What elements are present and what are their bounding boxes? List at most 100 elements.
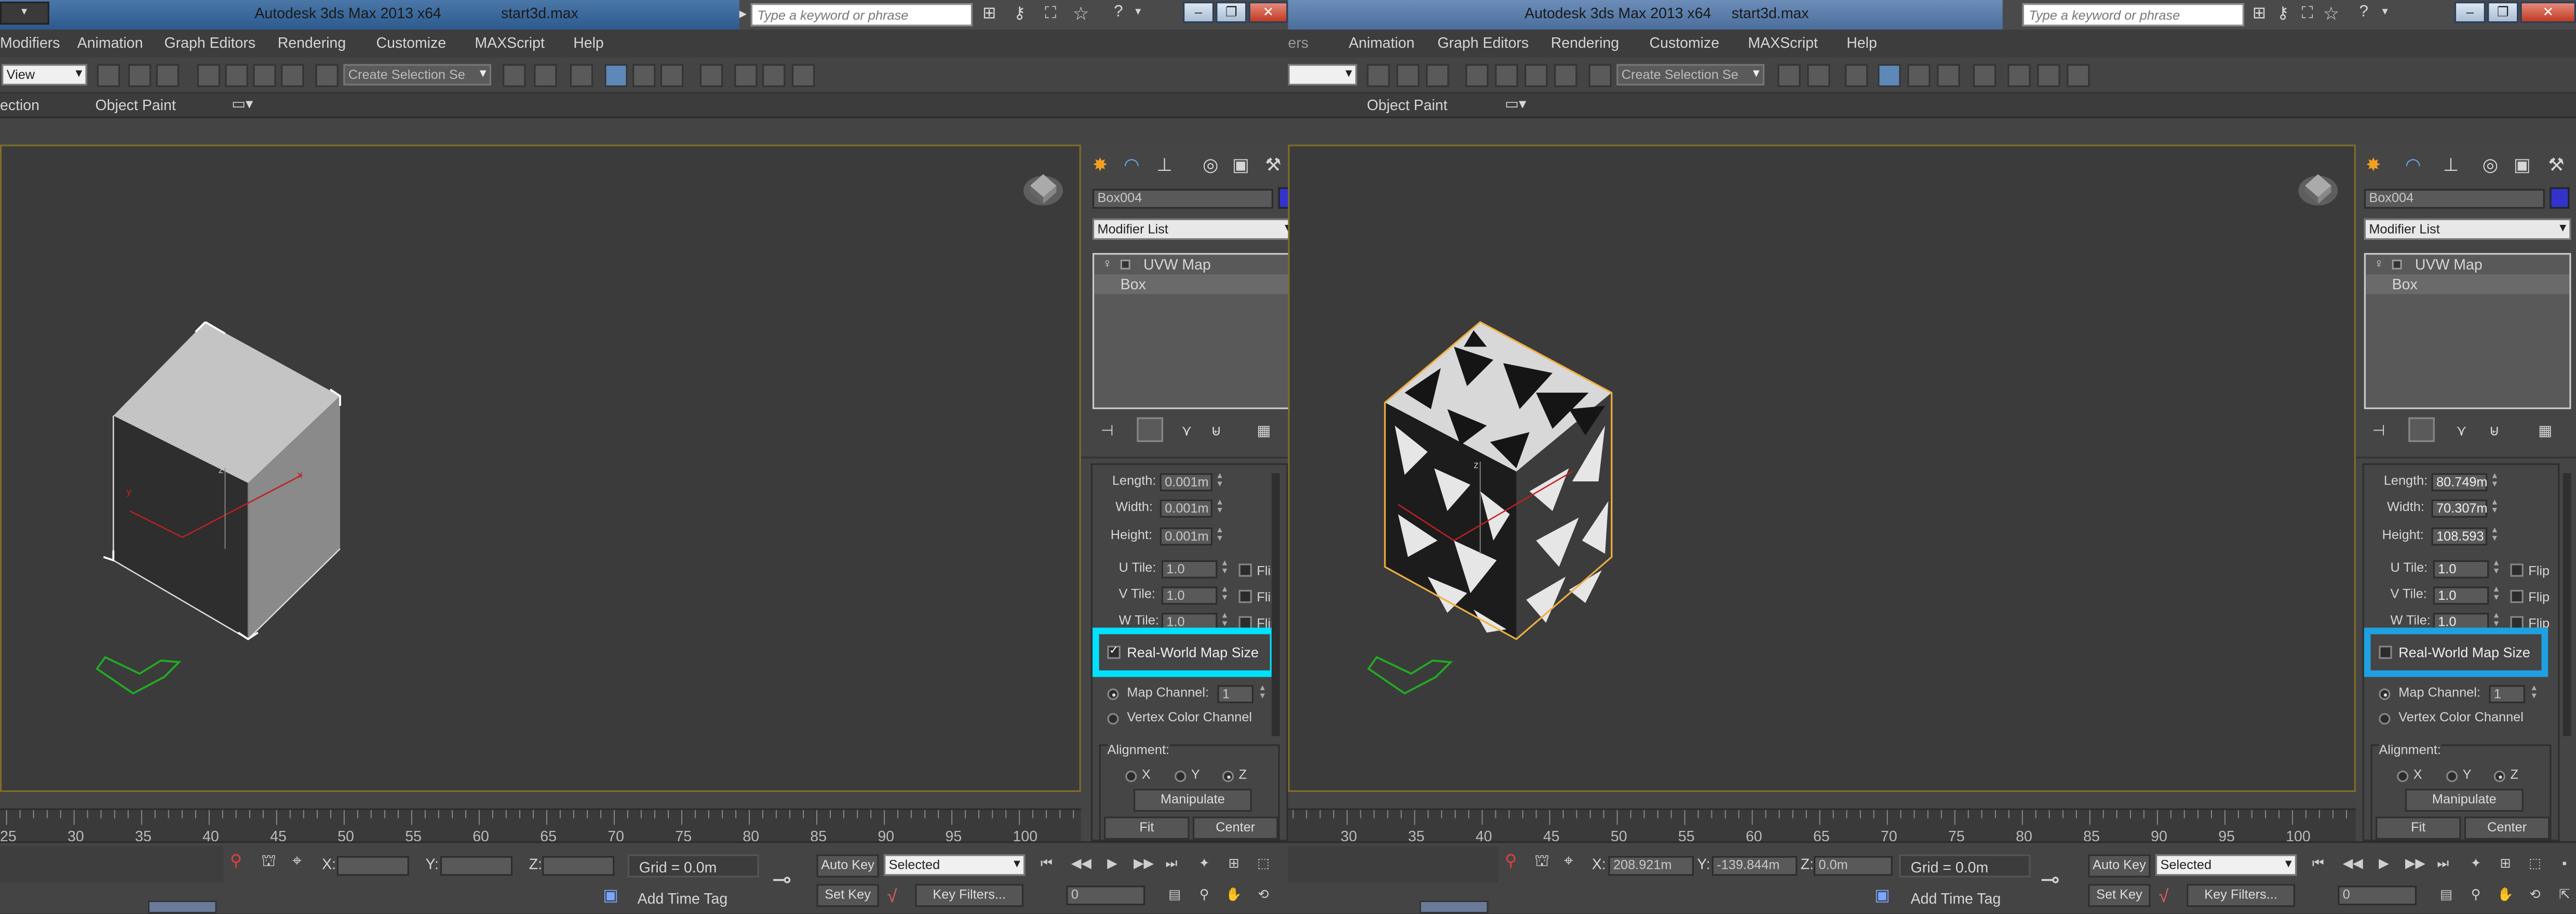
pan-icon[interactable]: ✋ <box>2497 888 2514 904</box>
layer-manager-icon[interactable] <box>570 64 594 87</box>
object-color-swatch[interactable] <box>2550 187 2570 209</box>
next-frame-icon[interactable]: ▶▶ <box>2405 856 2425 872</box>
align-x-radio[interactable] <box>1125 770 1137 783</box>
keyboard-shortcut-icon[interactable] <box>156 64 179 87</box>
object-name-input[interactable]: Box004 <box>2364 189 2545 209</box>
selection-lock-icon[interactable]: ⛫ <box>261 853 276 874</box>
zoom-icon[interactable]: ✦ <box>2467 856 2484 872</box>
curve-editor-icon[interactable] <box>632 64 656 87</box>
u-tile-spinner-icon[interactable]: ▲ ▼ <box>1221 559 1231 579</box>
default-in-out-key-icon[interactable]: ⊸ <box>772 866 791 894</box>
make-unique-icon[interactable]: ⋎ <box>1181 422 1192 440</box>
angle-snap-icon[interactable] <box>1495 64 1518 87</box>
zoom-all-icon[interactable]: ⊞ <box>2497 856 2514 872</box>
menu-customize[interactable]: Customize <box>1650 34 1720 51</box>
chevron-down-icon[interactable]: ▾ <box>1135 5 1141 18</box>
reference-coord-dropdown[interactable]: ▾ <box>1288 64 1357 86</box>
time-config-icon[interactable]: ▤ <box>2438 888 2454 904</box>
center-button[interactable]: Center <box>1192 816 1278 840</box>
minimize-button[interactable]: – <box>2454 2 2486 23</box>
align-x-radio[interactable] <box>2397 770 2409 783</box>
expand-icon[interactable] <box>2392 259 2402 270</box>
viewcube-icon[interactable] <box>2298 174 2338 206</box>
map-channel-radio[interactable] <box>1107 688 1119 700</box>
remove-modifier-icon[interactable]: ⊌ <box>2489 422 2500 440</box>
render-production-icon[interactable] <box>2067 64 2090 87</box>
menu-customize[interactable]: Customize <box>376 34 447 51</box>
manipulate-button[interactable]: Manipulate <box>1134 788 1252 812</box>
restore-button[interactable]: ❐ <box>2487 2 2519 23</box>
viewcube-icon[interactable] <box>1023 174 1063 206</box>
modifier-stack[interactable]: ♀ UVW Map Box <box>1092 253 1288 409</box>
auto-key-button[interactable]: Auto Key <box>816 854 879 878</box>
reference-coord-dropdown[interactable]: View ▾ <box>2 64 87 86</box>
named-selection-set-input[interactable]: Create Selection Se ▾ <box>343 64 492 86</box>
u-tile-input[interactable]: 1.0 <box>1161 560 1218 579</box>
add-time-tag-label[interactable]: Add Time Tag <box>638 891 728 907</box>
schematic-view-icon[interactable] <box>660 64 684 87</box>
display-tab-icon[interactable]: ▣ <box>1232 154 1249 176</box>
map-channel-input[interactable]: 1 <box>1217 685 1254 704</box>
menu-modifiers[interactable]: ers <box>1288 34 1309 51</box>
stack-item-box[interactable]: Box <box>2366 274 2570 294</box>
height-input[interactable]: 0.001m <box>1159 527 1212 546</box>
motion-tab-icon[interactable]: ◎ <box>2483 154 2498 176</box>
menu-animation[interactable]: Animation <box>77 34 143 51</box>
mirror-icon[interactable] <box>1777 64 1801 87</box>
quick-access-dropdown[interactable]: ▾ <box>0 2 49 25</box>
help-icon[interactable]: ? <box>1114 3 1123 21</box>
min-max-toggle-icon[interactable]: ⇱ <box>2556 888 2573 904</box>
isolate-selection-icon[interactable]: ⚲ <box>1505 853 1517 871</box>
configure-modifier-sets-icon[interactable]: ▦ <box>1257 422 1271 440</box>
menu-maxscript[interactable]: MAXScript <box>1748 34 1818 51</box>
percent-snap-icon[interactable] <box>253 64 276 87</box>
binoculars-icon[interactable]: ⊞ <box>2253 5 2267 23</box>
zoom-extents-icon[interactable]: ⬚ <box>1255 856 1272 872</box>
manipulate-button[interactable]: Manipulate <box>2405 788 2524 812</box>
set-key-curve-icon[interactable]: √ <box>887 888 897 907</box>
go-to-end-icon[interactable]: ⏭ <box>2435 856 2451 872</box>
utilities-tab-icon[interactable]: ⚒ <box>2548 154 2564 176</box>
menu-rendering[interactable]: Rendering <box>278 34 346 51</box>
width-input[interactable]: 70.307m <box>2431 499 2488 518</box>
display-tab-icon[interactable]: ▣ <box>2514 154 2531 176</box>
v-tile-input[interactable]: 1.0 <box>1161 586 1218 605</box>
command-panel-scrollbar[interactable] <box>1271 473 1280 736</box>
set-key-button[interactable]: Set Key <box>2088 884 2151 907</box>
render-production-icon[interactable] <box>791 64 815 87</box>
fov-icon[interactable]: ⚲ <box>1196 888 1212 904</box>
real-world-map-size-checkbox[interactable]: ✓ <box>1107 646 1121 659</box>
minimize-button[interactable]: – <box>1183 2 1215 23</box>
menu-graph-editors[interactable]: Graph Editors <box>1437 34 1529 51</box>
favorites-star-icon[interactable]: ☆ <box>2323 3 2339 24</box>
favorites-star-icon[interactable]: ☆ <box>1073 3 1089 24</box>
current-frame-input[interactable]: 0 <box>1066 885 1145 906</box>
modifier-list-dropdown[interactable]: Modifier List▾ <box>1092 218 1288 240</box>
width-input[interactable]: 0.001m <box>1159 499 1212 518</box>
vertex-color-radio[interactable] <box>1107 713 1119 725</box>
v-tile-spinner-icon[interactable]: ▲ ▼ <box>2492 586 2502 605</box>
maximize-viewport-icon[interactable]: ▪ <box>2556 856 2573 872</box>
keyboard-shortcut-icon[interactable] <box>1426 64 1449 87</box>
timeline-ruler[interactable]: 30 35 40 45 50 55 60 65 70 75 80 85 90 95 100 <box>1288 808 2356 844</box>
y-coord-input[interactable] <box>440 856 513 876</box>
selection-filter-dropdown[interactable]: Selected ▾ <box>884 854 1026 876</box>
search-input[interactable]: Type a keyword or phrase <box>750 3 973 26</box>
u-tile-input[interactable]: 1.0 <box>2433 560 2489 579</box>
height-spinner-icon[interactable]: ▲ ▼ <box>1216 527 1225 546</box>
modifier-list-dropdown[interactable]: Modifier List▾ <box>2364 218 2571 240</box>
time-slider-handle[interactable] <box>1419 900 1489 914</box>
go-to-start-icon[interactable]: ⏮ <box>2310 856 2326 872</box>
pivot-icon[interactable] <box>1367 64 1390 87</box>
length-spinner-icon[interactable]: ▲ ▼ <box>1216 473 1225 491</box>
height-input[interactable]: 108.593 <box>2431 527 2488 546</box>
v-flip-checkbox[interactable] <box>1238 589 1252 603</box>
maxscript-listener[interactable] <box>1288 846 1499 883</box>
time-tag-icon[interactable]: ▣ <box>603 888 618 906</box>
map-channel-spinner-icon[interactable]: ▲ ▼ <box>2530 684 2540 703</box>
length-spinner-icon[interactable]: ▲ ▼ <box>2490 473 2500 491</box>
angle-snap-icon[interactable] <box>225 64 248 87</box>
binoculars-icon[interactable]: ⊞ <box>982 5 996 23</box>
pivot-icon[interactable] <box>97 64 120 87</box>
u-tile-spinner-icon[interactable]: ▲ ▼ <box>2492 559 2502 579</box>
